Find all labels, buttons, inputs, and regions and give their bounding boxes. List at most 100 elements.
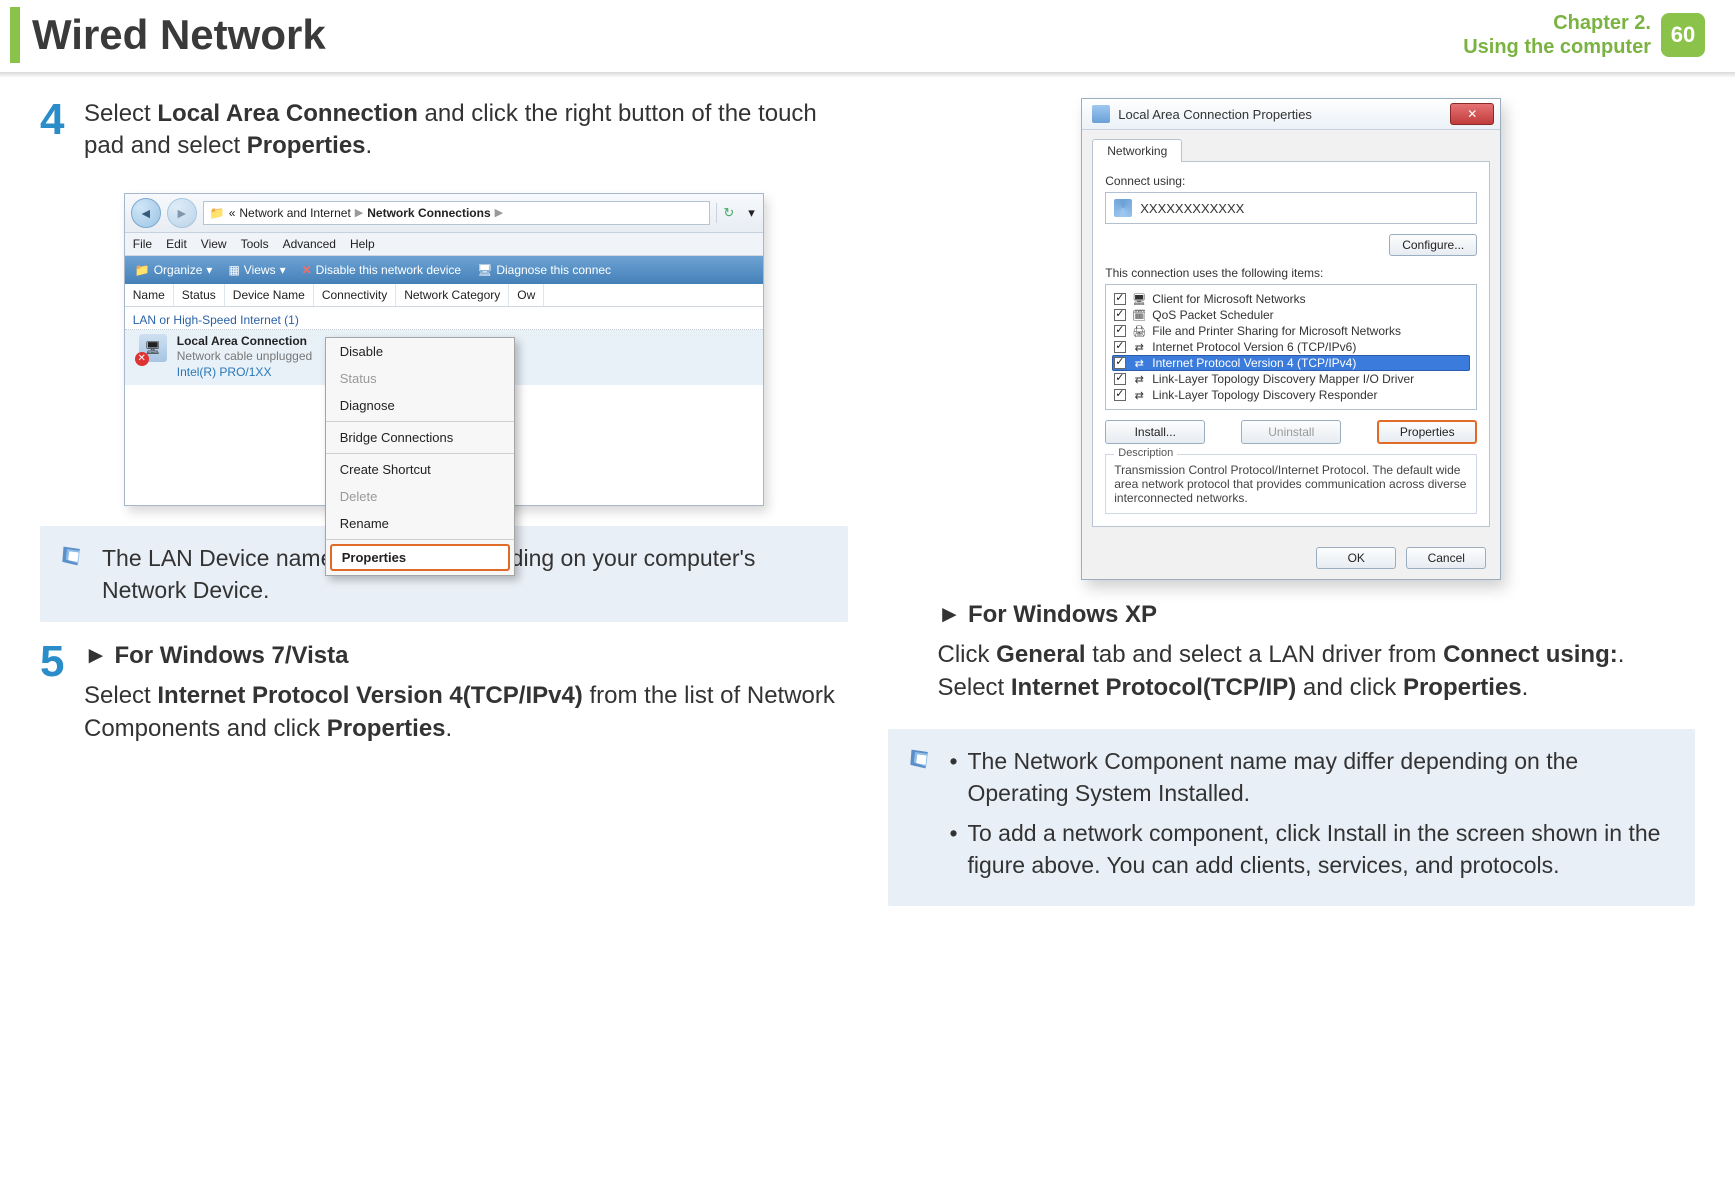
adapter-icon (1114, 199, 1132, 217)
col-device[interactable]: Device Name (225, 284, 314, 306)
checkbox[interactable] (1114, 341, 1126, 353)
context-status: Status (326, 365, 514, 392)
configure-button[interactable]: Configure... (1389, 234, 1477, 256)
properties-button[interactable]: Properties (1377, 420, 1477, 444)
step-number-4: 4 (40, 98, 70, 163)
right-column: Local Area Connection Properties ✕ Netwo… (888, 98, 1696, 924)
network-adapter-icon: 🖥 ✕ (139, 334, 167, 362)
cancel-button[interactable]: Cancel (1406, 547, 1486, 569)
col-category[interactable]: Network Category (396, 284, 509, 306)
col-name[interactable]: Name (125, 284, 174, 306)
arrow-icon: ► (938, 601, 962, 628)
toolbar-disable[interactable]: ✕Disable this network device (302, 263, 461, 277)
item-file-printer[interactable]: 🖨File and Printer Sharing for Microsoft … (1112, 323, 1470, 339)
context-bridge[interactable]: Bridge Connections (326, 424, 514, 451)
close-button[interactable]: ✕ (1450, 103, 1494, 125)
ok-button[interactable]: OK (1316, 547, 1396, 569)
context-properties[interactable]: Properties (330, 544, 510, 571)
protocol-icon: ⇄ (1132, 372, 1146, 386)
item-lltd-mapper[interactable]: ⇄Link-Layer Topology Discovery Mapper I/… (1112, 371, 1470, 387)
page-title: Wired Network (32, 11, 326, 59)
uninstall-button: Uninstall (1241, 420, 1341, 444)
protocol-icon: ⇄ (1132, 388, 1146, 402)
dialog-title: Local Area Connection Properties (1118, 107, 1312, 122)
toolbar-diagnose-label: Diagnose this connec (496, 263, 611, 277)
tab-panel: Connect using: XXXXXXXXXXXX Configure...… (1092, 161, 1490, 527)
checkbox[interactable] (1114, 325, 1126, 337)
menu-advanced[interactable]: Advanced (283, 237, 336, 251)
xp-mid1: tab and select a LAN driver from (1086, 641, 1444, 668)
xp-post: . (1522, 674, 1529, 701)
nav-forward-button[interactable]: ► (167, 198, 197, 228)
step5-heading-text: For Windows 7/Vista (114, 642, 348, 669)
item-ipv6[interactable]: ⇄Internet Protocol Version 6 (TCP/IPv6) (1112, 339, 1470, 355)
group-header[interactable]: LAN or High-Speed Internet (1) (125, 311, 763, 330)
menu-help[interactable]: Help (350, 237, 375, 251)
menu-separator (326, 421, 514, 422)
item-label: File and Printer Sharing for Microsoft N… (1152, 324, 1401, 338)
col-connectivity[interactable]: Connectivity (314, 284, 396, 306)
titlebar-left: Local Area Connection Properties (1092, 105, 1312, 123)
context-menu: Disable Status Diagnose Bridge Connectio… (325, 337, 515, 576)
step4-pre: Select (84, 100, 157, 127)
network-connections-window: ◄ ► 📁 « Network and Internet ▶ Network C… (124, 193, 764, 506)
adapter-box[interactable]: XXXXXXXXXXXX (1105, 192, 1477, 224)
checkbox[interactable] (1114, 309, 1126, 321)
menu-file[interactable]: File (133, 237, 152, 251)
client-icon: 🖥 (1132, 292, 1146, 306)
items-label: This connection uses the following items… (1105, 266, 1477, 280)
context-shortcut[interactable]: Create Shortcut (326, 456, 514, 483)
xp-b2: Connect using: (1443, 641, 1618, 668)
step-5-body: ► For Windows 7/Vista Select Internet Pr… (84, 640, 848, 745)
menu-separator (326, 453, 514, 454)
nav-back-button[interactable]: ◄ (131, 198, 161, 228)
refresh-button[interactable]: ↻ (716, 203, 740, 223)
context-rename[interactable]: Rename (326, 510, 514, 537)
context-diagnose[interactable]: Diagnose (326, 392, 514, 419)
checkbox[interactable] (1114, 293, 1126, 305)
page-header: Wired Network Chapter 2. Using the compu… (0, 0, 1735, 72)
step5-b1: Internet Protocol Version 4(TCP/IPv4) (157, 682, 582, 709)
toolbar-diagnose[interactable]: 🖥Diagnose this connec (477, 263, 611, 277)
item-lltd-responder[interactable]: ⇄Link-Layer Topology Discovery Responder (1112, 387, 1470, 403)
header-left: Wired Network (10, 7, 326, 63)
menu-edit[interactable]: Edit (166, 237, 187, 251)
toolbar-views[interactable]: ▦Views ▾ (228, 263, 285, 277)
step4-b2: Properties (247, 132, 366, 159)
col-owner[interactable]: Ow (509, 284, 544, 306)
breadcrumb[interactable]: 📁 « Network and Internet ▶ Network Conne… (203, 201, 711, 225)
views-icon: ▦ (228, 263, 239, 277)
breadcrumb-p2[interactable]: Network Connections (367, 206, 490, 220)
step-4-text: Select Local Area Connection and click t… (84, 98, 848, 163)
connection-status: Network cable unplugged (177, 349, 312, 365)
chapter-info: Chapter 2. Using the computer (1463, 11, 1651, 59)
page-number-badge: 60 (1661, 13, 1705, 57)
install-button[interactable]: Install... (1105, 420, 1205, 444)
protocol-icon: ⇄ (1132, 356, 1146, 370)
dialog-buttons: OK Cancel (1082, 537, 1500, 579)
breadcrumb-p1[interactable]: Network and Internet (239, 206, 350, 220)
description-group: Description Transmission Control Protoco… (1105, 454, 1477, 514)
search-toggle-button[interactable]: ▾ (746, 203, 757, 223)
tab-strip: Networking (1082, 130, 1500, 161)
checkbox[interactable] (1114, 357, 1126, 369)
x-icon: ✕ (302, 263, 312, 277)
connection-name: Local Area Connection (177, 334, 312, 350)
xp-b3: Internet Protocol(TCP/IP) (1011, 674, 1296, 701)
item-client-ms[interactable]: 🖥Client for Microsoft Networks (1112, 291, 1470, 307)
protocol-icon: ⇄ (1132, 340, 1146, 354)
item-qos[interactable]: 🗓QoS Packet Scheduler (1112, 307, 1470, 323)
toolbar-organize[interactable]: 📁Organize ▾ (135, 263, 213, 277)
close-icon: ✕ (1467, 107, 1477, 121)
checkbox[interactable] (1114, 389, 1126, 401)
checkbox[interactable] (1114, 373, 1126, 385)
context-disable[interactable]: Disable (326, 338, 514, 365)
tab-networking[interactable]: Networking (1092, 139, 1182, 162)
step5-pre: Select (84, 682, 157, 709)
menu-view[interactable]: View (201, 237, 227, 251)
adapter-name: XXXXXXXXXXXX (1140, 201, 1244, 216)
menu-tools[interactable]: Tools (241, 237, 269, 251)
button-row: Install... Uninstall Properties (1105, 420, 1477, 444)
col-status[interactable]: Status (174, 284, 225, 306)
item-ipv4-selected[interactable]: ⇄Internet Protocol Version 4 (TCP/IPv4) (1112, 355, 1470, 371)
